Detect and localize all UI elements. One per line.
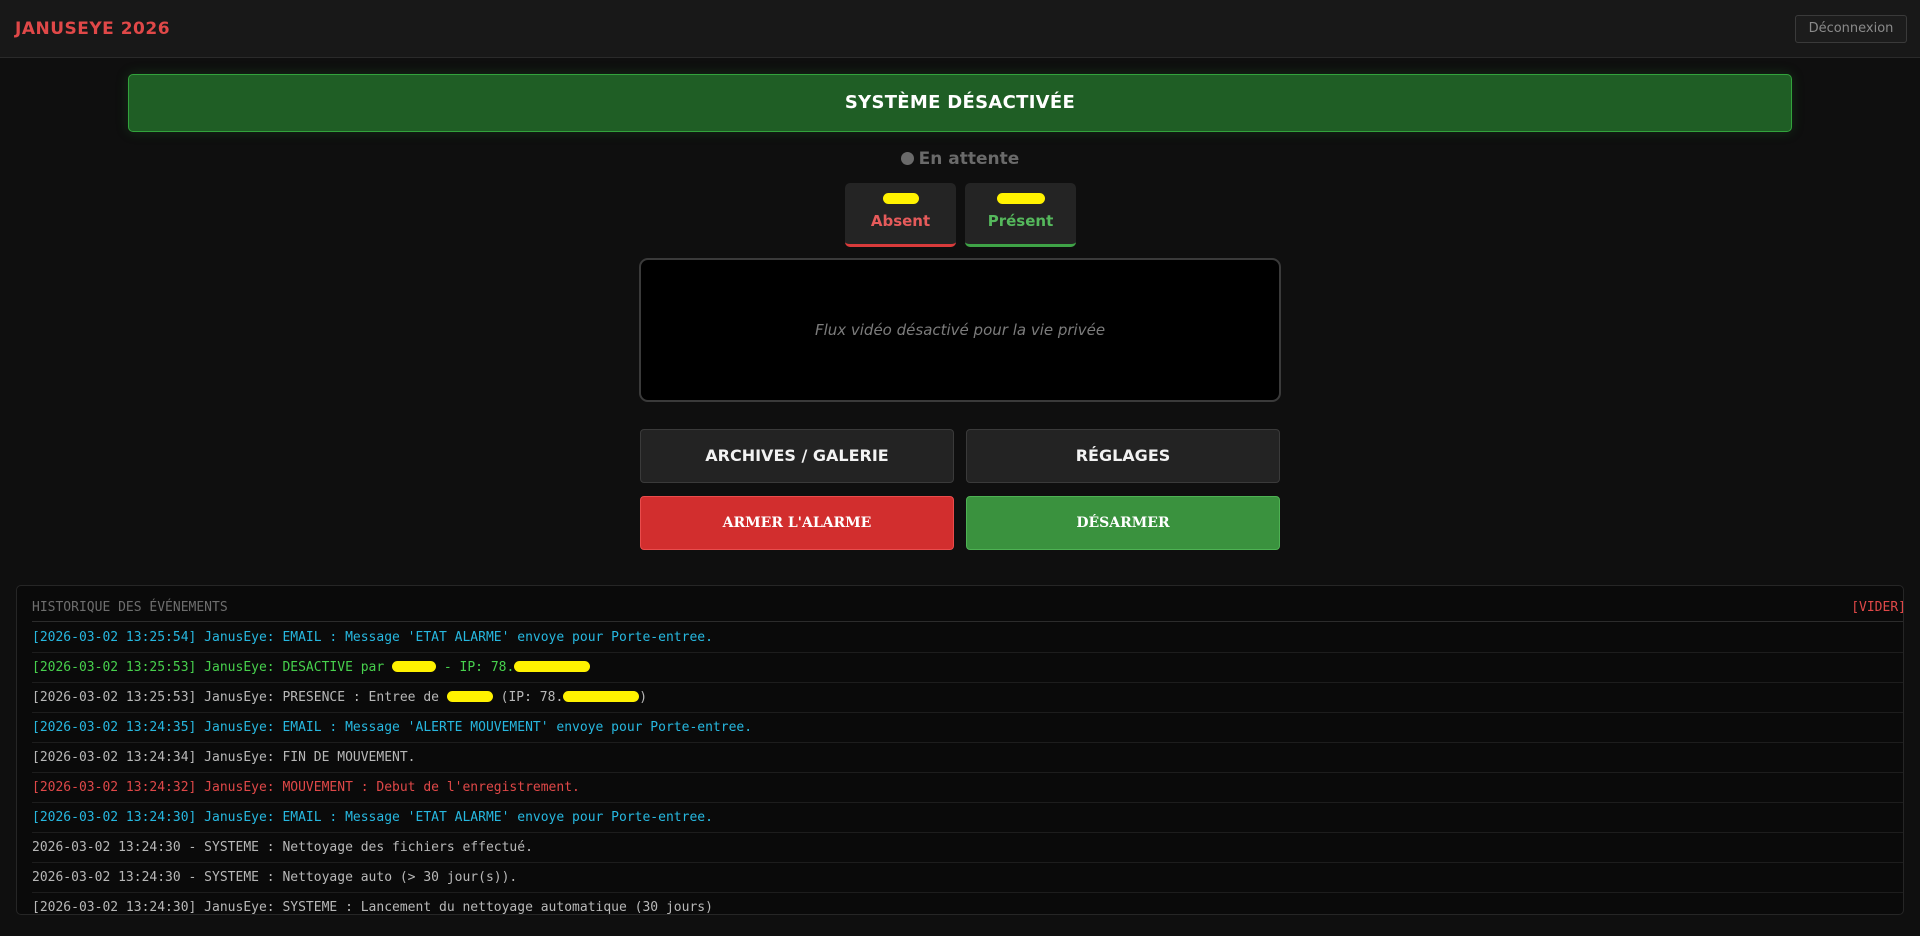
log-text: [2026-03-02 13:24:32] JanusEye: MOUVEMEN…: [32, 780, 580, 795]
log-text: [2026-03-02 13:25:54] JanusEye: EMAIL : …: [32, 630, 713, 645]
connection-status: En attente: [0, 149, 1920, 169]
disarm-button[interactable]: DÉSARMER: [966, 496, 1280, 550]
log-row: [2026-03-02 13:24:35] JanusEye: EMAIL : …: [32, 713, 1903, 743]
log-row: [2026-03-02 13:24:30] JanusEye: SYSTEME …: [32, 893, 1903, 915]
log-text: [2026-03-02 13:25:53] JanusEye: PRESENCE…: [32, 690, 447, 705]
app-title: JANUSEYE 2026: [15, 19, 171, 39]
event-log-panel[interactable]: HISTORIQUE DES ÉVÉNEMENTS [VIDER] [2026-…: [16, 585, 1904, 915]
top-bar: JANUSEYE 2026 Déconnexion: [0, 0, 1920, 58]
logout-button[interactable]: Déconnexion: [1795, 15, 1907, 43]
presence-present-label: Présent: [987, 212, 1054, 230]
redacted-mark: [392, 661, 437, 672]
log-text: [2026-03-02 13:24:35] JanusEye: EMAIL : …: [32, 720, 753, 735]
log-text: [2026-03-02 13:24:34] JanusEye: FIN DE M…: [32, 750, 416, 765]
arm-alarm-button[interactable]: ARMER L'ALARME: [640, 496, 954, 550]
settings-button[interactable]: RÉGLAGES: [966, 429, 1280, 483]
event-log-header: HISTORIQUE DES ÉVÉNEMENTS [VIDER]: [32, 600, 1903, 622]
connection-status-label: En attente: [918, 149, 1020, 169]
video-placeholder-text: Flux vidéo désactivé pour la vie privée: [814, 321, 1106, 339]
redacted-mark: [446, 691, 493, 702]
log-text: (IP: 78.: [492, 690, 564, 705]
log-text: ): [639, 690, 648, 705]
log-text: [2026-03-02 13:24:30] JanusEye: SYSTEME …: [32, 900, 713, 915]
redacted-mark: [563, 691, 640, 702]
archives-gallery-button[interactable]: ARCHIVES / GALERIE: [640, 429, 954, 483]
redacted-mark: [514, 661, 591, 672]
log-text: - IP: 78.: [436, 660, 515, 675]
log-row: 2026-03-02 13:24:30 - SYSTEME : Nettoyag…: [32, 863, 1903, 893]
system-status-banner: SYSTÈME DÉSACTIVÉE: [128, 74, 1792, 132]
video-feed: Flux vidéo désactivé pour la vie privée: [639, 258, 1281, 402]
log-row: [2026-03-02 13:25:53] JanusEye: DESACTIV…: [32, 653, 1903, 683]
log-row: 2026-03-02 13:24:30 - SYSTEME : Nettoyag…: [32, 833, 1903, 863]
log-row: [2026-03-02 13:24:30] JanusEye: EMAIL : …: [32, 803, 1903, 833]
log-text: 2026-03-02 13:24:30 - SYSTEME : Nettoyag…: [32, 840, 533, 855]
log-row: [2026-03-02 13:25:53] JanusEye: PRESENCE…: [32, 683, 1903, 713]
log-text: [2026-03-02 13:24:30] JanusEye: EMAIL : …: [32, 810, 713, 825]
log-text: 2026-03-02 13:24:30 - SYSTEME : Nettoyag…: [32, 870, 518, 885]
log-row: [2026-03-02 13:24:34] JanusEye: FIN DE M…: [32, 743, 1903, 773]
redacted-name-mark: [996, 193, 1045, 204]
presence-absent-label: Absent: [870, 212, 931, 230]
presence-card-present[interactable]: Présent: [965, 183, 1076, 247]
presence-card-absent[interactable]: Absent: [845, 183, 956, 247]
log-text: [2026-03-02 13:25:53] JanusEye: DESACTIV…: [32, 660, 393, 675]
clear-log-button[interactable]: [VIDER]: [1851, 600, 1903, 615]
log-row: [2026-03-02 13:24:32] JanusEye: MOUVEMEN…: [32, 773, 1903, 803]
event-log-title: HISTORIQUE DES ÉVÉNEMENTS: [32, 600, 228, 615]
event-log-list: [2026-03-02 13:25:54] JanusEye: EMAIL : …: [32, 623, 1903, 915]
redacted-name-mark: [882, 193, 919, 204]
status-dot-icon: [900, 152, 914, 165]
log-row: [2026-03-02 13:25:54] JanusEye: EMAIL : …: [32, 623, 1903, 653]
